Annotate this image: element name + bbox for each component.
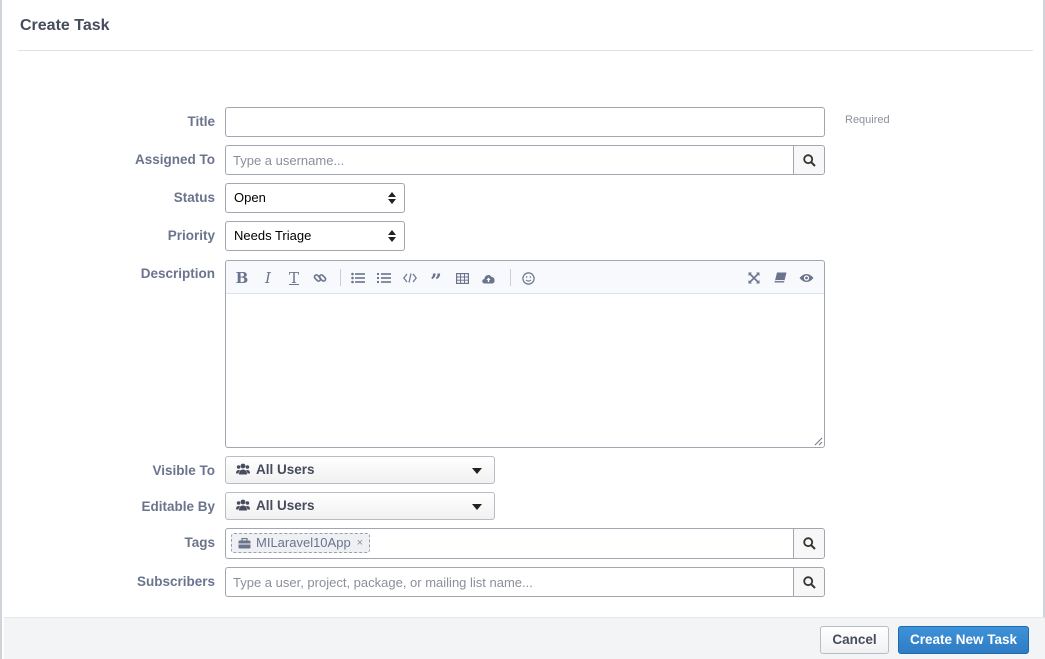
- editable-by-label: Editable By: [141, 499, 215, 514]
- visible-to-value: All Users: [256, 462, 315, 477]
- subscribers-label: Subscribers: [136, 574, 215, 589]
- assigned-to-search-button[interactable]: [793, 146, 824, 174]
- reference-icon[interactable]: [771, 269, 789, 287]
- priority-label: Priority: [167, 228, 215, 243]
- briefcase-icon: [238, 537, 251, 548]
- fullscreen-icon[interactable]: [745, 269, 763, 287]
- tag-token-label: MILaravel10App: [256, 535, 351, 550]
- select-arrows-icon: [388, 192, 396, 204]
- tag-token[interactable]: MILaravel10App ×: [231, 533, 371, 553]
- status-value: Open: [234, 190, 266, 205]
- code-icon[interactable]: [401, 269, 419, 287]
- dialog-footer: Cancel Create New Task: [4, 617, 1045, 659]
- subscribers-field[interactable]: [225, 567, 825, 597]
- description-label: Description: [140, 266, 215, 281]
- resize-handle-icon[interactable]: [814, 437, 823, 446]
- priority-select[interactable]: Needs Triage: [225, 221, 405, 251]
- upload-icon[interactable]: [479, 269, 497, 287]
- preview-icon[interactable]: [797, 269, 815, 287]
- users-icon: [236, 463, 250, 475]
- title-required-hint: Required: [845, 114, 890, 126]
- editable-by-dropdown[interactable]: All Users: [225, 492, 495, 520]
- bullet-list-icon[interactable]: [349, 269, 367, 287]
- tag-remove-icon[interactable]: ×: [357, 534, 363, 552]
- caret-down-icon: [472, 504, 482, 510]
- title-input[interactable]: [226, 108, 824, 136]
- title-field[interactable]: [225, 107, 825, 137]
- editable-by-value: All Users: [256, 498, 315, 513]
- priority-value: Needs Triage: [234, 228, 312, 243]
- search-icon: [802, 153, 816, 167]
- assigned-to-label: Assigned To: [134, 152, 215, 167]
- visible-to-label: Visible To: [152, 463, 215, 478]
- subscribers-search-button[interactable]: [793, 568, 824, 596]
- description-editor: B I T ”: [225, 260, 825, 448]
- link-icon[interactable]: [311, 269, 329, 287]
- numbered-list-icon[interactable]: [375, 269, 393, 287]
- status-select[interactable]: Open: [225, 183, 405, 213]
- assigned-to-field[interactable]: [225, 145, 825, 175]
- visible-to-dropdown[interactable]: All Users: [225, 456, 495, 484]
- assigned-to-input[interactable]: [226, 146, 792, 174]
- caret-down-icon: [472, 468, 482, 474]
- create-new-task-button[interactable]: Create New Task: [898, 626, 1029, 654]
- text-size-icon[interactable]: T: [285, 269, 303, 287]
- tags-field[interactable]: MILaravel10App ×: [225, 528, 825, 559]
- emoji-icon[interactable]: [519, 269, 537, 287]
- dialog-title: Create Task: [20, 17, 110, 34]
- status-label: Status: [173, 190, 215, 205]
- dialog-header: Create Task: [18, 0, 1033, 51]
- toolbar-separator: [510, 269, 511, 286]
- search-icon: [802, 537, 816, 550]
- quote-icon[interactable]: ”: [427, 269, 445, 293]
- cancel-button[interactable]: Cancel: [820, 626, 889, 654]
- create-task-dialog: Create Task Title Required Assigned To S…: [0, 0, 1045, 659]
- tags-search-button[interactable]: [793, 529, 824, 558]
- toolbar-separator: [340, 269, 341, 286]
- italic-icon[interactable]: I: [259, 269, 277, 287]
- tags-label: Tags: [184, 535, 215, 550]
- subscribers-input[interactable]: [226, 568, 792, 596]
- users-icon: [236, 499, 250, 511]
- editor-toolbar: B I T ”: [226, 261, 824, 294]
- table-icon[interactable]: [453, 269, 471, 287]
- description-textarea[interactable]: [226, 295, 824, 447]
- bold-icon[interactable]: B: [233, 269, 251, 287]
- title-label: Title: [187, 114, 215, 129]
- search-icon: [802, 575, 816, 589]
- select-arrows-icon: [388, 230, 396, 242]
